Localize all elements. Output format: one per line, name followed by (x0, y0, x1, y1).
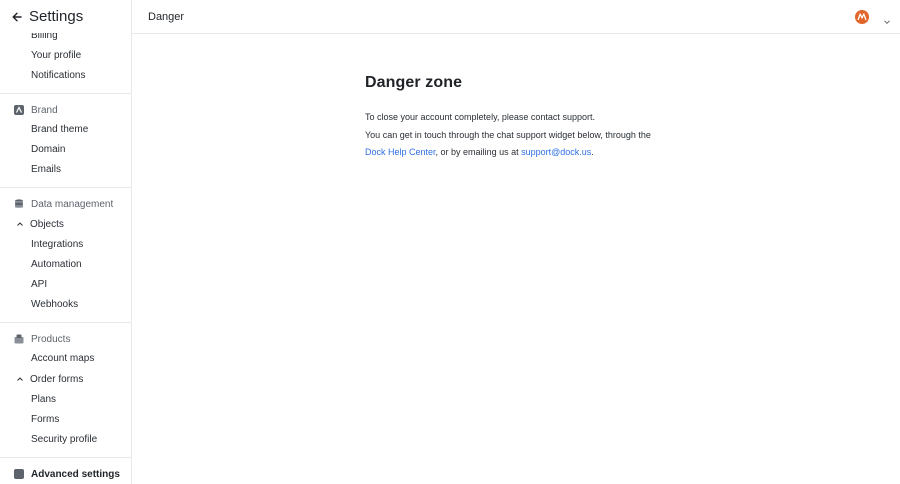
sidebar-toggle-label: Order forms (30, 373, 84, 385)
sidebar-item-notifications[interactable]: Notifications (0, 66, 131, 86)
sidebar-divider (0, 457, 131, 458)
sidebar-group-label: Products (31, 333, 71, 345)
products-icon (13, 334, 24, 345)
chevron-up-icon (15, 220, 24, 229)
brand-logo-icon (857, 13, 867, 21)
sidebar-toggle-order-forms[interactable]: Order forms (0, 369, 131, 389)
back-button[interactable] (9, 9, 25, 25)
help-center-link[interactable]: Dock Help Center (365, 147, 436, 157)
top-bar: Danger (132, 0, 900, 34)
sidebar-item-webhooks[interactable]: Webhooks (0, 295, 131, 315)
avatar[interactable] (855, 10, 869, 24)
sidebar-toggle-objects[interactable]: Objects (0, 214, 131, 234)
page-breadcrumb: Danger (148, 10, 185, 23)
contact-text: You can get in touch through the chat su… (365, 127, 665, 161)
page-title: Danger zone (365, 74, 463, 91)
brand-icon (13, 105, 24, 116)
sidebar-item-integrations[interactable]: Integrations (0, 235, 131, 255)
sidebar-item-forms[interactable]: Forms (0, 410, 131, 430)
settings-sidebar: Billing Your profile Notifications Brand… (0, 0, 132, 484)
sidebar-group-label: Data management (31, 198, 114, 210)
sidebar-item-automation[interactable]: Automation (0, 255, 131, 275)
contact-text-suffix: . (591, 147, 594, 157)
sidebar-group-advanced: Advanced settings (0, 464, 131, 484)
sidebar-toggle-label: Objects (30, 218, 64, 230)
database-icon (13, 199, 24, 210)
close-account-text: To close your account completely, please… (365, 112, 595, 122)
sidebar-item-plans[interactable]: Plans (0, 390, 131, 410)
sidebar-item-api[interactable]: API (0, 275, 131, 295)
gear-icon (13, 469, 24, 480)
sidebar-item-account-maps[interactable]: Account maps (0, 349, 131, 369)
sidebar-divider (0, 187, 131, 188)
chevron-up-icon (15, 375, 24, 384)
app-root: Billing Your profile Notifications Brand… (0, 0, 900, 484)
sidebar-group-data-management: Data management (0, 194, 131, 214)
sidebar-item-emails[interactable]: Emails (0, 160, 131, 180)
sidebar-group-label: Brand (31, 104, 58, 116)
contact-text-prefix: You can get in touch through the chat su… (365, 130, 651, 140)
sidebar-group-brand: Brand (0, 100, 131, 120)
sidebar-item-security-profile[interactable]: Security profile (0, 430, 131, 450)
sidebar-group-products: Products (0, 329, 131, 349)
account-menu-chevron[interactable] (883, 13, 891, 25)
sidebar-title: Settings (29, 8, 84, 25)
sidebar-scroll[interactable]: Billing Your profile Notifications Brand… (0, 26, 131, 484)
sidebar-divider (0, 93, 131, 94)
danger-zone-panel: Danger zone To close your account comple… (365, 74, 665, 161)
contact-text-mid: , or by emailing us at (435, 147, 522, 157)
sidebar-item-domain[interactable]: Domain (0, 140, 131, 160)
support-email-link[interactable]: support@dock.us (521, 147, 591, 157)
chevron-down-icon (884, 20, 890, 25)
sidebar-item-brand-theme[interactable]: Brand theme (0, 120, 131, 140)
back-arrow-icon (12, 12, 22, 21)
sidebar-header: Settings (0, 0, 131, 33)
sidebar-divider (0, 322, 131, 323)
sidebar-group-label: Advanced settings (31, 468, 120, 480)
sidebar-item-your-profile[interactable]: Your profile (0, 46, 131, 66)
